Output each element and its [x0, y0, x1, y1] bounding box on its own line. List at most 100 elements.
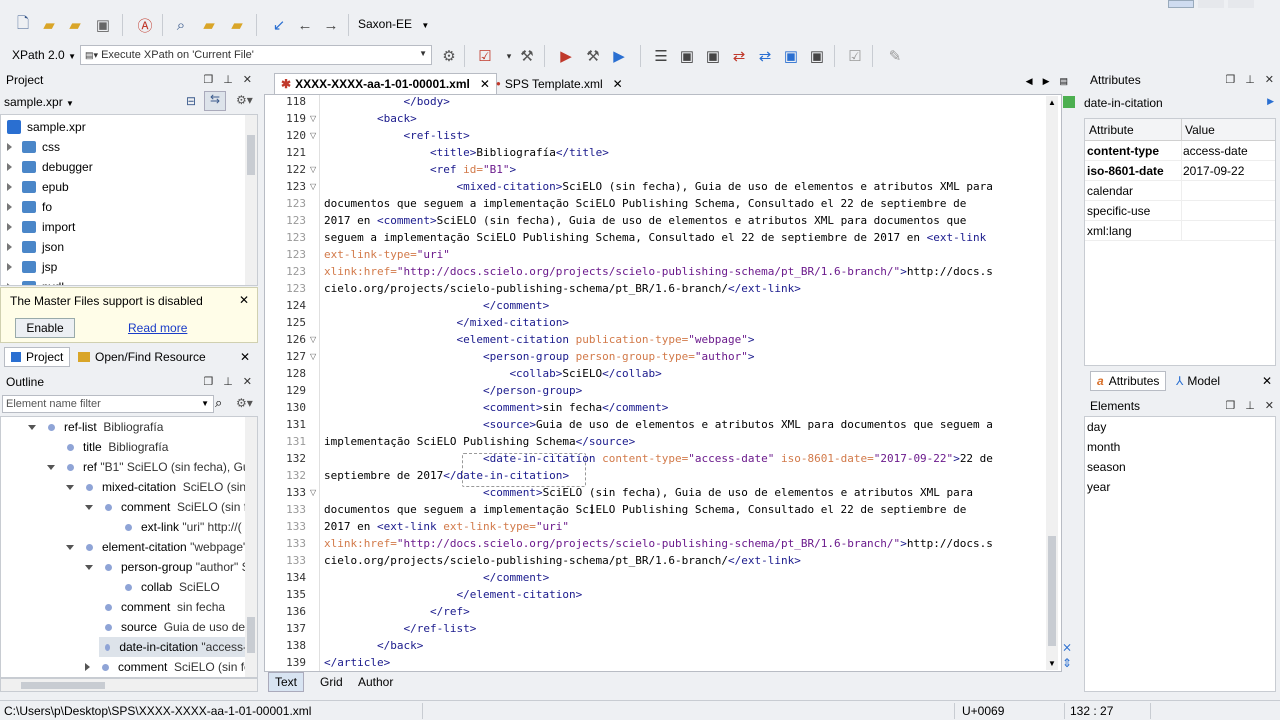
code-line[interactable]: </article> — [324, 654, 390, 671]
pdf-icon[interactable]: Ⓐ — [134, 14, 156, 36]
outline-row[interactable]: collab SciELO — [125, 577, 220, 597]
folder-import[interactable]: import — [7, 217, 75, 237]
fold-toggle-icon[interactable]: ▽ — [310, 127, 316, 144]
tool-icon-4[interactable]: ⇄ — [754, 45, 776, 67]
pin-panel-icon[interactable]: ⊥ — [223, 73, 233, 86]
tool-icon-1[interactable]: ▣ — [676, 45, 698, 67]
code-line[interactable]: <comment>sin fecha</comment> — [324, 399, 668, 416]
code-line[interactable]: cielo.org/projects/scielo-publishing-sch… — [324, 280, 801, 297]
back-arrow-icon[interactable]: ← — [294, 14, 316, 36]
element-item[interactable]: day — [1087, 420, 1106, 434]
find-icon[interactable]: ⌕ — [170, 14, 192, 36]
code-line[interactable]: cielo.org/projects/scielo-publishing-sch… — [324, 552, 801, 569]
tool-icon-5[interactable]: ▣ — [780, 45, 802, 67]
outline-restore-icon[interactable]: ❐ — [203, 375, 213, 388]
tool-icon-6[interactable]: ▣ — [806, 45, 828, 67]
collapse-pane-icon[interactable]: ⨯ — [1062, 640, 1072, 654]
wrench-icon[interactable]: ⚒ — [516, 45, 538, 67]
outline-row[interactable]: person-group "author" S — [85, 557, 250, 577]
code-line[interactable]: <date-in-citation content-type="access-d… — [324, 450, 993, 467]
validate-icon[interactable]: ☑ — [474, 45, 496, 67]
forward-arrow-icon[interactable]: → — [320, 14, 342, 36]
code-line[interactable]: </comment> — [324, 297, 549, 314]
attr-row[interactable]: xml:lang — [1085, 221, 1275, 241]
code-line[interactable]: </back> — [324, 637, 423, 654]
code-line[interactable]: <collab>SciELO</collab> — [324, 365, 661, 382]
close-icon[interactable]: ✕ — [243, 73, 252, 86]
apply-transform-icon[interactable]: ▶ — [555, 45, 577, 67]
outline-row[interactable]: ref "B1" SciELO (sin fecha), Guia — [47, 457, 257, 477]
code-line[interactable]: <back> — [324, 110, 417, 127]
fold-toggle-icon[interactable]: ▽ — [310, 178, 316, 195]
outline-pin-icon[interactable]: ⊥ — [223, 375, 233, 388]
perspective-button-2[interactable] — [1198, 0, 1224, 8]
code-line[interactable]: 2017 en <comment>SciELO (sin fecha), Gui… — [324, 212, 966, 229]
perspective-button[interactable] — [1168, 0, 1194, 8]
code-line[interactable]: </mixed-citation> — [324, 314, 569, 331]
fold-toggle-icon[interactable]: ▽ — [310, 348, 316, 365]
tab-author[interactable]: Author — [352, 672, 399, 692]
xpath-settings-icon[interactable]: ⚙ — [438, 45, 460, 67]
code-line[interactable]: </comment> — [324, 569, 549, 586]
outline-row[interactable]: ext-link "uri" http://( — [125, 517, 242, 537]
code-line[interactable]: xlink:href="http://docs.scielo.org/proje… — [324, 535, 993, 552]
outline-hscrollbar[interactable] — [0, 678, 258, 692]
code-line[interactable]: seguem a implementação SciELO Publishing… — [324, 229, 986, 246]
pin-icon[interactable]: ✎ — [884, 45, 906, 67]
link-editor-icon[interactable]: ⇆ — [204, 91, 226, 111]
folder-jsp[interactable]: jsp — [7, 257, 57, 277]
read-more-link[interactable]: Read more — [128, 321, 187, 335]
fold-toggle-icon[interactable]: ▽ — [310, 331, 316, 348]
last-edit-icon[interactable]: ↙ — [268, 14, 290, 36]
tab-xml-file[interactable]: ✱ XXXX-XXXX-aa-1-01-00001.xml ✕ — [274, 73, 497, 94]
element-filter-input[interactable]: Element name filter ▼ — [2, 395, 214, 413]
project-scrollbar[interactable] — [245, 115, 257, 285]
tool-icon-2[interactable]: ▣ — [702, 45, 724, 67]
tab-model[interactable]: ⅄ Model — [1170, 371, 1226, 391]
code-line[interactable]: documentos que seguem a implementação Sc… — [324, 501, 966, 518]
outline-row[interactable]: ref-list Bibliografía — [28, 417, 163, 437]
project-settings-icon[interactable]: ⚙▾ — [236, 93, 253, 107]
tool-icon-7[interactable]: ☑ — [844, 45, 866, 67]
new-file-icon[interactable]: 🗋 — [12, 14, 34, 36]
attr-row[interactable]: content-type access-date — [1085, 141, 1275, 161]
perspective-button-3[interactable] — [1228, 0, 1254, 8]
tab-close-icon[interactable]: ✕ — [480, 77, 490, 91]
tool-icon-3[interactable]: ⇄ — [728, 45, 750, 67]
fold-toggle-icon[interactable]: ▽ — [310, 161, 316, 178]
folder-fo[interactable]: fo — [7, 197, 52, 217]
folder-pvdl[interactable]: pvdl — [7, 277, 64, 285]
outline-row[interactable]: source Guia de uso de e — [105, 617, 255, 637]
element-item[interactable]: month — [1087, 440, 1120, 454]
collapse-all-icon[interactable]: ⊟ — [186, 94, 196, 108]
outline-row[interactable]: comment SciELO (sin fe — [85, 497, 254, 517]
code-line[interactable]: </ref-list> — [324, 620, 476, 637]
elem-restore-icon[interactable]: ❐ — [1225, 399, 1235, 412]
outline-row[interactable]: mixed-citation SciELO (sin f — [66, 477, 253, 497]
code-line[interactable]: <ref-list> — [324, 127, 469, 144]
code-line[interactable]: documentos que seguem a implementação Sc… — [324, 195, 966, 212]
restore-icon[interactable]: ❐ — [203, 73, 213, 86]
debug-icon[interactable]: ▶ — [608, 45, 630, 67]
code-line[interactable]: </element-citation> — [324, 586, 582, 603]
fold-toggle-icon[interactable]: ▽ — [310, 484, 316, 501]
folder-json[interactable]: json — [7, 237, 64, 257]
code-line[interactable]: </person-group> — [324, 382, 582, 399]
code-line[interactable]: xlink:href="http://docs.scielo.org/proje… — [324, 263, 993, 280]
open-find-icon[interactable]: ▰ — [226, 14, 248, 36]
folder-css[interactable]: css — [7, 137, 60, 157]
element-item[interactable]: year — [1087, 480, 1110, 494]
outline-scrollbar[interactable] — [245, 417, 257, 677]
code-line[interactable]: <comment>SciELO (sin fecha), Guia de uso… — [324, 484, 973, 501]
code-line[interactable]: </ref> — [324, 603, 470, 620]
folder-epub[interactable]: epub — [7, 177, 69, 197]
notice-close-icon[interactable]: ✕ — [239, 293, 249, 307]
code-line[interactable]: septiembre de 2017</date-in-citation> — [324, 467, 569, 484]
code-line[interactable]: <mixed-citation>SciELO (sin fecha), Guia… — [324, 178, 992, 195]
filter-search-icon[interactable]: ⌕ — [215, 395, 222, 411]
project-root[interactable]: sample.xpr — [7, 117, 86, 137]
tab-open-find[interactable]: Open/Find Resource — [72, 347, 212, 367]
tab-attributes[interactable]: a Attributes — [1090, 371, 1167, 391]
attr-row[interactable]: iso-8601-date 2017-09-22 — [1085, 161, 1275, 181]
code-line[interactable]: <source>Guia de uso de elementos e atrib… — [324, 416, 993, 433]
